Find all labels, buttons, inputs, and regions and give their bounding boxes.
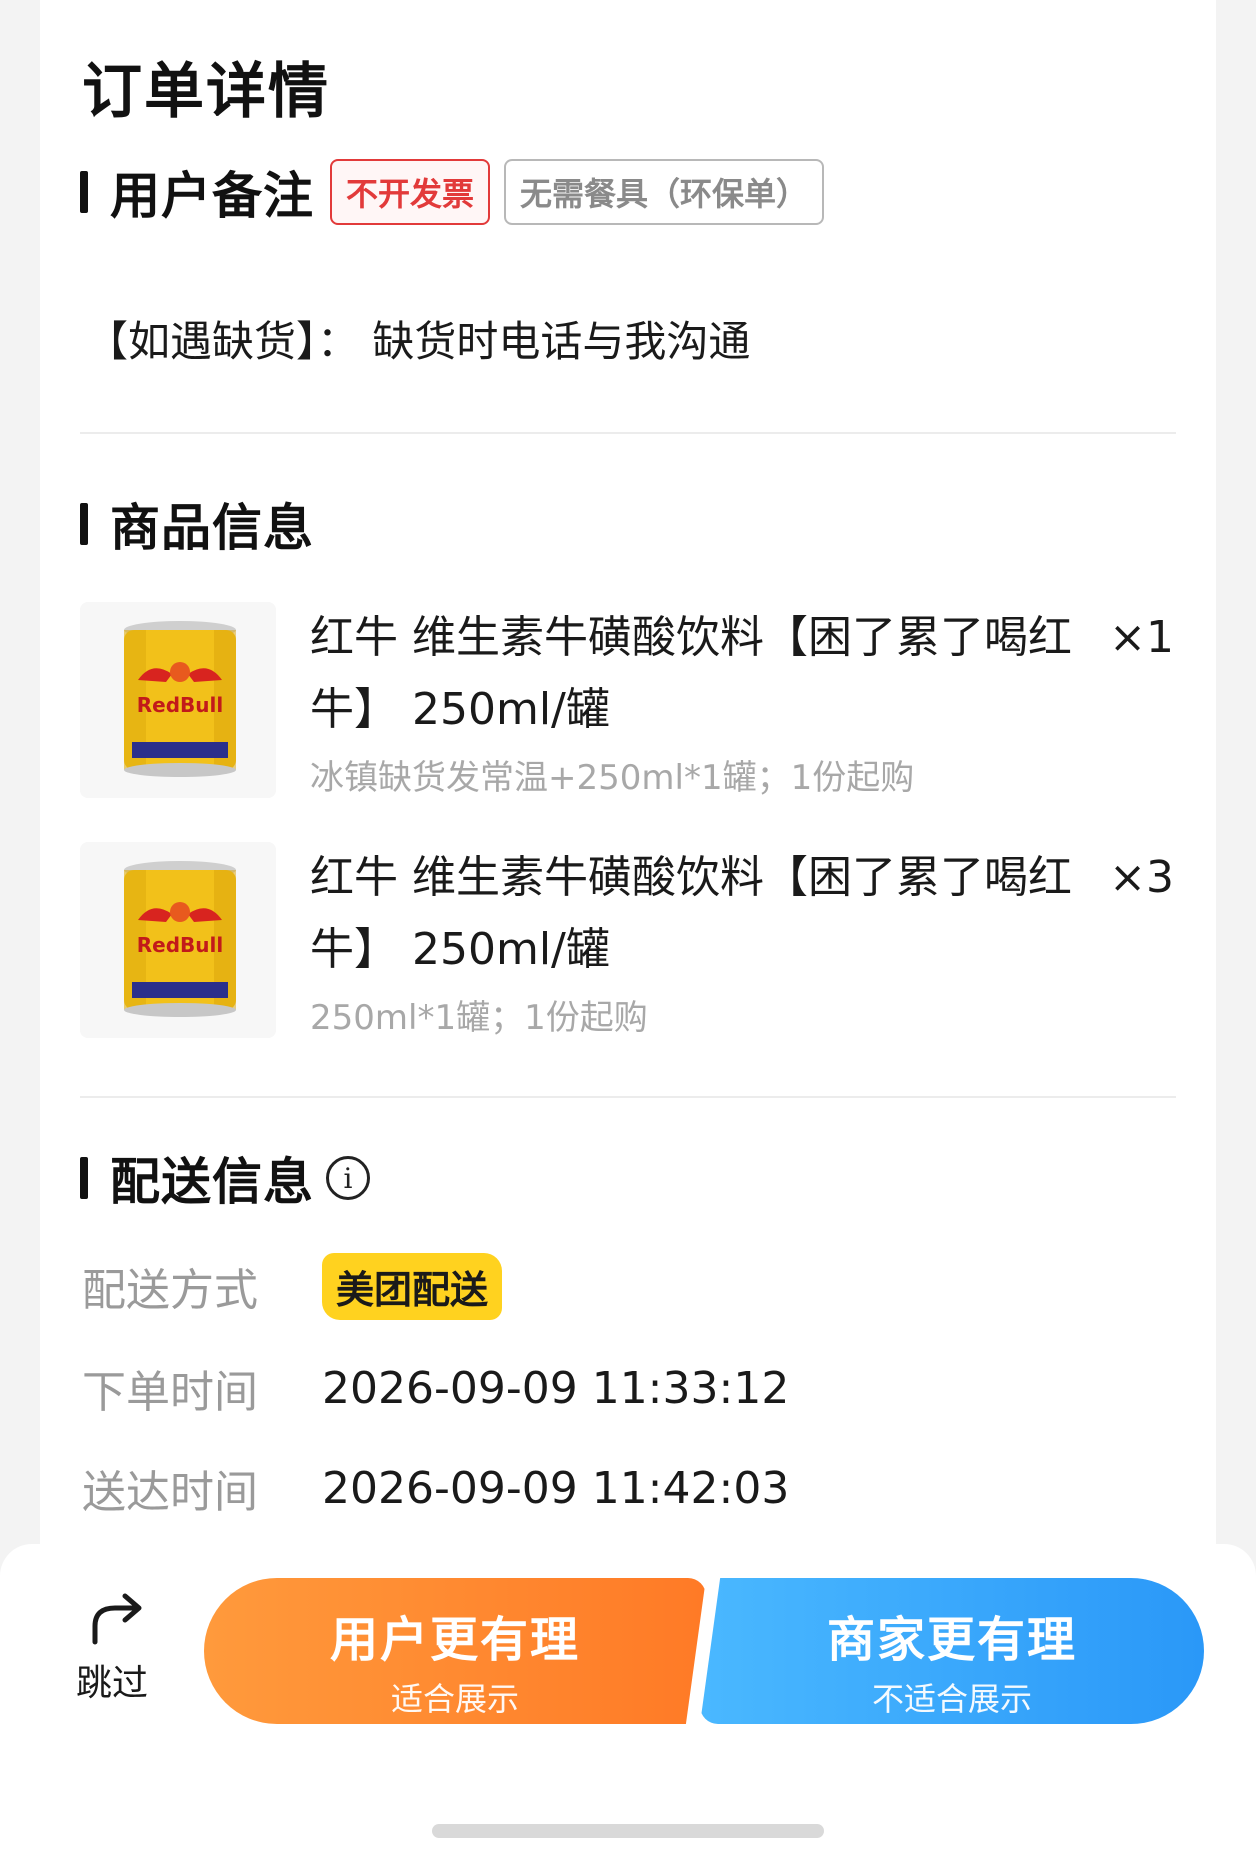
product-spec: 250ml*1罐；1份起购 — [310, 998, 648, 1038]
divider — [80, 432, 1176, 434]
home-indicator[interactable] — [432, 1824, 824, 1838]
product-name: 红牛 维生素牛磺酸饮料【困了累了喝红牛】 250ml/罐 — [310, 852, 1072, 975]
skip-label: 跳过 — [75, 1663, 148, 1704]
remarks-section-header: 用户备注 不开发票 无需餐具（环保单） — [80, 159, 825, 225]
delivery-method-label: 配送方式 — [82, 1265, 258, 1316]
order-time-label: 下单时间 — [82, 1367, 258, 1418]
user-right-vote-button[interactable]: 用户更有理 适合展示 — [204, 1578, 706, 1724]
divider — [80, 1096, 1176, 1098]
product-name: 红牛 维生素牛磺酸饮料【困了累了喝红牛】 250ml/罐 — [310, 612, 1072, 735]
merchant-right-vote-button[interactable]: 商家更有理 不适合展示 — [700, 1578, 1204, 1724]
delivery-section-header: 配送信息 i — [80, 1148, 370, 1211]
products-section-header: 商品信息 — [80, 494, 314, 557]
order-time-row: 下单时间 2026-09-09 11:33:12 — [82, 1358, 790, 1419]
red-bull-can-icon: RedBull — [80, 842, 276, 1038]
svg-text:RedBull: RedBull — [137, 933, 223, 957]
product-item[interactable]: RedBull 红牛 维生素牛磺酸饮料【困了累了喝红牛】 250ml/罐 ×3 … — [80, 842, 1180, 1052]
product-quantity: ×3 — [1109, 852, 1174, 903]
product-item[interactable]: RedBull 红牛 维生素牛磺酸饮料【困了累了喝红牛】 250ml/罐 ×1 … — [80, 602, 1180, 812]
red-bull-can-icon: RedBull — [80, 602, 276, 798]
user-right-vote-label: 用户更有理 — [329, 1612, 580, 1668]
user-right-vote-sublabel: 适合展示 — [390, 1680, 519, 1718]
skip-button[interactable]: 跳过 — [62, 1590, 162, 1706]
product-quantity: ×1 — [1109, 612, 1174, 663]
section-marker — [80, 171, 88, 213]
product-spec: 冰镇缺货发常温+250ml*1罐；1份起购 — [310, 758, 915, 798]
no-invoice-tag: 不开发票 — [330, 159, 491, 225]
merchant-right-vote-sublabel: 不适合展示 — [871, 1680, 1032, 1718]
order-time-value: 2026-09-09 11:33:12 — [322, 1362, 790, 1414]
out-of-stock-note: 【如遇缺货】： 缺货时电话与我沟通 — [86, 317, 751, 366]
info-icon[interactable]: i — [326, 1156, 370, 1200]
skip-arrow-icon — [92, 1593, 142, 1645]
delivery-section-title: 配送信息 — [110, 1153, 314, 1211]
delivered-time-label: 送达时间 — [82, 1467, 258, 1518]
remarks-section-title: 用户备注 — [110, 167, 314, 225]
merchant-right-vote-label: 商家更有理 — [826, 1612, 1077, 1668]
products-section-title: 商品信息 — [110, 499, 314, 557]
meituan-delivery-badge: 美团配送 — [322, 1252, 503, 1320]
delivered-time-row: 送达时间 2026-09-09 11:42:03 — [82, 1458, 790, 1519]
section-marker — [80, 1157, 88, 1199]
section-marker — [80, 503, 88, 545]
page-title: 订单详情 — [82, 57, 330, 127]
delivery-method-row: 配送方式 美团配送 — [82, 1252, 503, 1320]
svg-text:RedBull: RedBull — [137, 693, 223, 717]
no-tableware-tag: 无需餐具（环保单） — [504, 159, 825, 225]
delivered-time-value: 2026-09-09 11:42:03 — [322, 1462, 790, 1514]
